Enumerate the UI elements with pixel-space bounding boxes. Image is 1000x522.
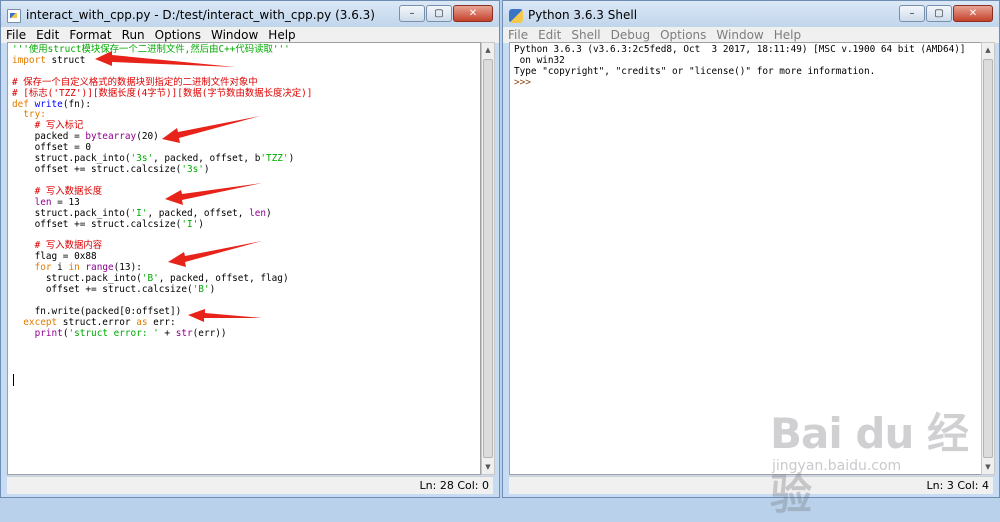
baidu-watermark: Bai du 经验 jingyan.baidu.com bbox=[770, 400, 990, 519]
arrow-icon bbox=[168, 241, 262, 267]
arrow-icon bbox=[95, 51, 235, 67]
arrow-icon bbox=[188, 309, 262, 322]
arrow-icon bbox=[165, 183, 262, 205]
watermark-url: jingyan.baidu.com bbox=[772, 458, 902, 474]
arrow-icon bbox=[162, 116, 260, 143]
